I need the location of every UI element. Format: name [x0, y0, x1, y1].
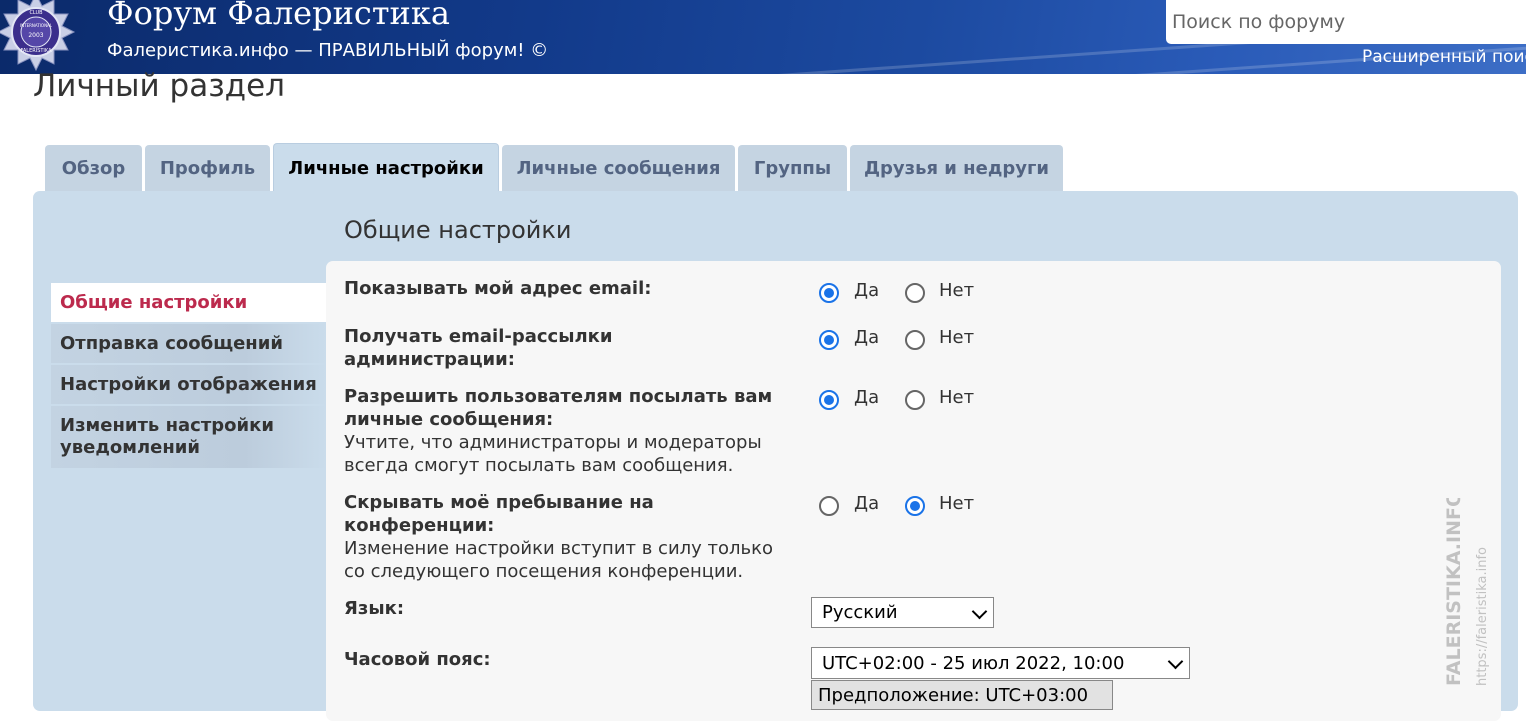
timezone-select-value: UTC+02:00 - 25 июл 2022, 10:00	[822, 652, 1125, 674]
option-label-text: Скрывать моё пребывание на конференции:	[344, 492, 654, 536]
radio-no-label[interactable]: Нет	[939, 493, 974, 514]
radio-no[interactable]	[905, 283, 925, 303]
forum-search-input[interactable]	[1166, 0, 1526, 44]
option-label: Показывать мой адрес email:	[344, 277, 784, 300]
site-description: Фалеристика.инфо — ПРАВИЛЬНЫЙ форум! ©	[107, 40, 549, 61]
sidebar-item-posting[interactable]: Отправка сообщений	[51, 324, 327, 363]
site-title[interactable]: Форум Фалеристика	[107, 0, 450, 32]
radio-yes[interactable]	[819, 496, 839, 516]
radio-yes[interactable]	[819, 390, 839, 410]
radio-yes-label[interactable]: Да	[854, 493, 879, 514]
language-label: Язык:	[344, 597, 784, 620]
watermark-title: FALERISTIKA.INFO	[1443, 498, 1465, 686]
logo-text: FALERISTIKA	[20, 48, 52, 54]
radio-yes-label[interactable]: Да	[854, 387, 879, 408]
timezone-guess-button[interactable]: Предположение: UTC+03:00	[811, 680, 1113, 710]
radio-no-label[interactable]: Нет	[939, 387, 974, 408]
logo-text: INTERNATIONAL	[20, 23, 53, 28]
site-logo-icon[interactable]: CLUB INTERNATIONAL 2003 FALERISTIKA	[0, 0, 76, 72]
option-label: Разрешить пользователям посылать вам лич…	[344, 385, 774, 477]
option-description: Учтите, что администраторы и модераторы …	[344, 432, 762, 476]
tab-groups[interactable]: Группы	[738, 145, 847, 191]
logo-text: 2003	[28, 32, 43, 39]
section-title: Общие настройки	[344, 216, 572, 244]
radio-yes[interactable]	[819, 330, 839, 350]
language-label-text: Язык:	[344, 598, 405, 619]
radio-no-label[interactable]: Нет	[939, 327, 974, 348]
watermark-url: https://faleristika.info	[1475, 547, 1490, 686]
radio-no[interactable]	[905, 496, 925, 516]
tab-friends-foes[interactable]: Друзья и недруги	[850, 145, 1063, 191]
timezone-label: Часовой пояс:	[344, 648, 784, 671]
option-label: Получать email-рассылки администрации:	[344, 325, 674, 371]
radio-yes-label[interactable]: Да	[854, 280, 879, 301]
chevron-down-icon	[971, 603, 988, 619]
chevron-down-icon	[1167, 653, 1184, 670]
radio-no[interactable]	[905, 330, 925, 350]
tab-profile[interactable]: Профиль	[145, 145, 270, 191]
timezone-select[interactable]: UTC+02:00 - 25 июл 2022, 10:00	[811, 647, 1190, 679]
logo-text: CLUB	[29, 10, 43, 16]
option-label-text: Получать email-рассылки администрации:	[344, 326, 613, 370]
timezone-label-text: Часовой пояс:	[344, 649, 491, 670]
advanced-search-link[interactable]: Расширенный поиск	[1362, 47, 1526, 67]
radio-no-label[interactable]: Нет	[939, 280, 974, 301]
watermark: FALERISTIKA.INFO https://faleristika.inf…	[1443, 498, 1490, 686]
tab-preferences[interactable]: Личные настройки	[273, 143, 499, 192]
sidebar-item-notifications[interactable]: Изменить настройки уведомлений	[51, 406, 327, 468]
radio-yes[interactable]	[819, 283, 839, 303]
option-label-text: Показывать мой адрес email:	[344, 278, 652, 299]
sidebar-item-display[interactable]: Настройки отображения	[51, 365, 327, 404]
language-select-value: Русский	[822, 602, 898, 623]
option-label-text: Разрешить пользователям посылать вам лич…	[344, 386, 773, 430]
sidebar-item-general[interactable]: Общие настройки	[51, 283, 327, 322]
language-select[interactable]: Русский	[811, 597, 994, 628]
radio-yes-label[interactable]: Да	[854, 327, 879, 348]
option-label: Скрывать моё пребывание на конференции: …	[344, 491, 794, 583]
option-description: Изменение настройки вступит в силу тольк…	[344, 538, 774, 582]
page-title: Личный раздел	[33, 68, 285, 104]
radio-no[interactable]	[905, 390, 925, 410]
tab-overview[interactable]: Обзор	[45, 145, 142, 191]
tab-private-messages[interactable]: Личные сообщения	[502, 145, 735, 191]
